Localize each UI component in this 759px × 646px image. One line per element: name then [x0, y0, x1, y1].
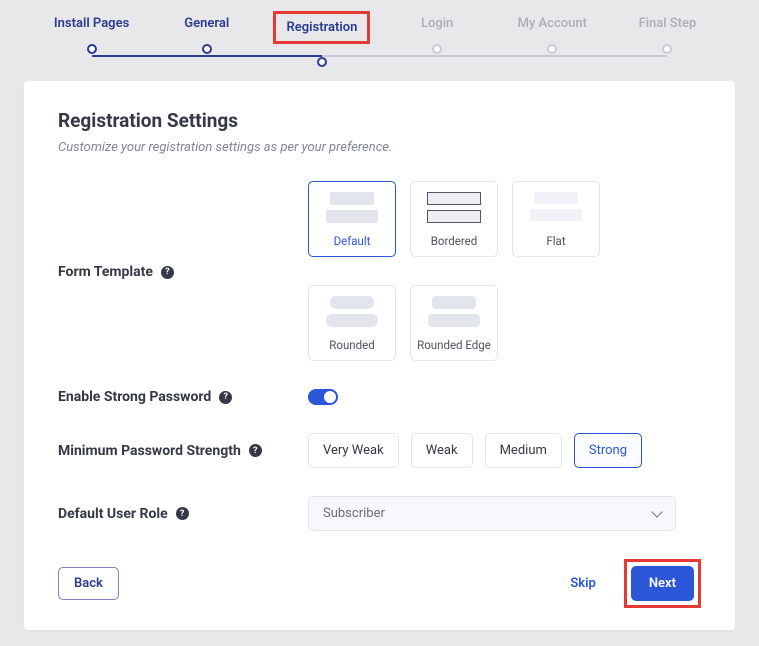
step-final[interactable]: Final Step: [610, 16, 725, 59]
template-grid: Default Bordered Flat Rounded Rounded Ed…: [308, 181, 701, 361]
step-login[interactable]: Login: [380, 16, 495, 59]
strength-strong[interactable]: Strong: [574, 433, 642, 468]
select-default-role[interactable]: Subscriber: [308, 496, 676, 531]
page-title: Registration Settings: [58, 109, 701, 132]
help-icon[interactable]: ?: [161, 266, 174, 279]
step-my-account[interactable]: My Account: [495, 16, 610, 59]
step-dot: [662, 44, 672, 54]
strength-very-weak[interactable]: Very Weak: [308, 433, 399, 468]
toggle-strong-password[interactable]: [308, 389, 338, 405]
strength-options: Very Weak Weak Medium Strong: [308, 433, 701, 468]
step-dot: [87, 44, 97, 54]
page-subtitle: Customize your registration settings as …: [58, 140, 701, 155]
chevron-down-icon: [651, 506, 662, 517]
row-form-template: Form Template ? Default Bordered Flat Ro…: [58, 181, 701, 361]
template-option-flat[interactable]: Flat: [512, 181, 600, 257]
settings-card: Registration Settings Customize your reg…: [24, 81, 735, 630]
step-registration[interactable]: Registration: [264, 16, 379, 59]
strength-medium[interactable]: Medium: [485, 433, 562, 468]
step-install-pages[interactable]: Install Pages: [34, 16, 149, 59]
label-default-role: Default User Role ?: [58, 506, 308, 522]
step-dot: [202, 44, 212, 54]
step-dot: [432, 44, 442, 54]
label-strong-password: Enable Strong Password ?: [58, 389, 308, 405]
step-dot: [547, 44, 557, 54]
row-default-role: Default User Role ? Subscriber: [58, 496, 701, 531]
next-highlight: Next: [624, 559, 701, 608]
template-option-default[interactable]: Default: [308, 181, 396, 257]
step-dot: [317, 57, 327, 67]
template-option-rounded[interactable]: Rounded: [308, 285, 396, 361]
wizard-footer: Back Skip Next: [58, 559, 701, 608]
wizard-stepper: Install Pages General Registration Login…: [16, 16, 743, 81]
back-button[interactable]: Back: [58, 567, 119, 600]
template-option-rounded-edge[interactable]: Rounded Edge: [410, 285, 498, 361]
skip-button[interactable]: Skip: [554, 567, 612, 600]
row-min-strength: Minimum Password Strength ? Very Weak We…: [58, 433, 701, 468]
label-min-strength: Minimum Password Strength ?: [58, 443, 308, 459]
step-general[interactable]: General: [149, 16, 264, 59]
help-icon[interactable]: ?: [249, 444, 262, 457]
template-option-bordered[interactable]: Bordered: [410, 181, 498, 257]
strength-weak[interactable]: Weak: [411, 433, 473, 468]
help-icon[interactable]: ?: [219, 391, 232, 404]
help-icon[interactable]: ?: [176, 507, 189, 520]
label-form-template: Form Template ?: [58, 262, 308, 280]
row-strong-password: Enable Strong Password ?: [58, 389, 701, 405]
